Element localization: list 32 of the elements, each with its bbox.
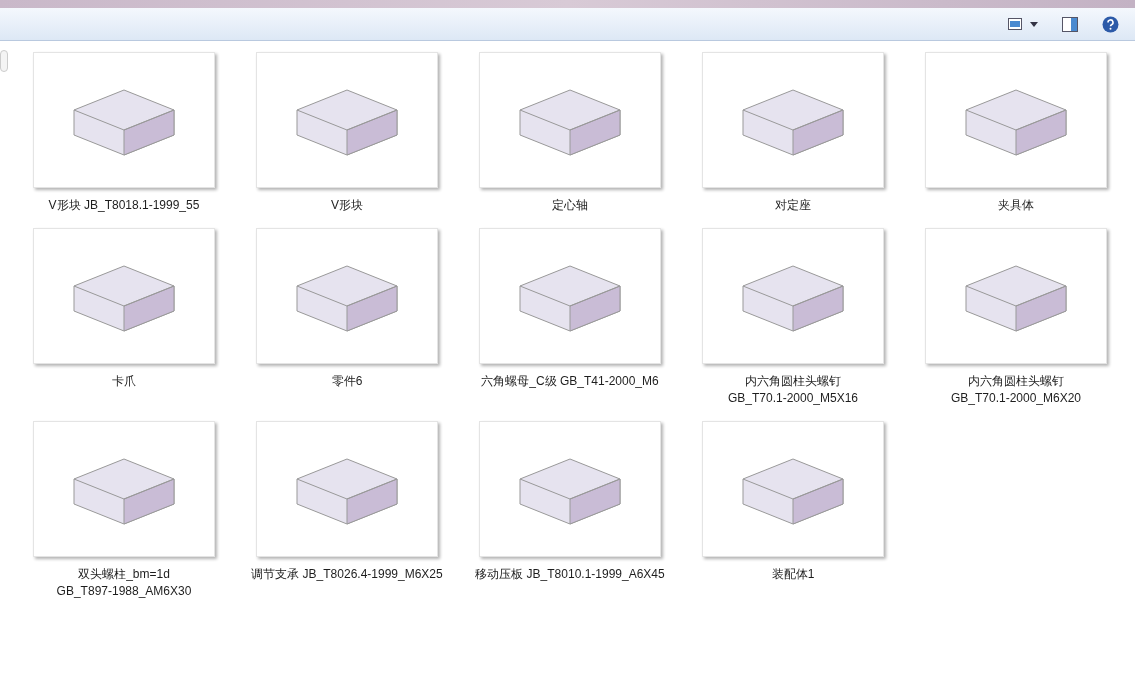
file-name: 调节支承 JB_T8026.4-1999_M6X25 bbox=[250, 566, 444, 583]
file-name: 夹具体 bbox=[997, 197, 1035, 214]
part-thumbnail[interactable] bbox=[925, 228, 1107, 364]
file-name: 移动压板 JB_T8010.1-1999_A6X45 bbox=[474, 566, 666, 583]
file-name: 内六角圆柱头螺钉 GB_T70.1-2000_M5X16 bbox=[726, 373, 860, 407]
part-thumbnail[interactable] bbox=[33, 421, 215, 557]
part-thumbnail[interactable] bbox=[702, 421, 884, 557]
part-thumbnail[interactable] bbox=[33, 52, 215, 188]
picture-view-icon bbox=[1008, 18, 1022, 30]
file-name: 定心轴 bbox=[551, 197, 589, 214]
part-thumbnail[interactable] bbox=[256, 228, 438, 364]
pane-icon bbox=[1062, 16, 1078, 32]
caret-icon bbox=[1030, 21, 1038, 27]
part-thumbnail[interactable] bbox=[479, 52, 661, 188]
file-name: 零件6 bbox=[330, 373, 364, 390]
file-name: V形块 bbox=[330, 197, 364, 214]
file-name: 对定座 bbox=[774, 197, 812, 214]
part-thumbnail[interactable] bbox=[702, 52, 884, 188]
part-thumbnail[interactable] bbox=[256, 52, 438, 188]
file-name: 六角螺母_C级 GB_T41-2000_M6 bbox=[480, 373, 660, 390]
file-name: 卡爪 bbox=[111, 373, 137, 390]
part-thumbnail[interactable] bbox=[479, 228, 661, 364]
help-icon bbox=[1102, 15, 1119, 33]
part-thumbnail[interactable] bbox=[33, 228, 215, 364]
part-thumbnail[interactable] bbox=[256, 421, 438, 557]
file-name: 装配体1 bbox=[770, 566, 816, 583]
file-name: V形块 JB_T8018.1-1999_55 bbox=[47, 197, 201, 214]
file-name: 双头螺柱_bm=1d GB_T897-1988_AM6X30 bbox=[55, 566, 193, 600]
part-thumbnail[interactable] bbox=[479, 421, 661, 557]
part-thumbnail[interactable] bbox=[925, 52, 1107, 188]
part-thumbnail[interactable] bbox=[702, 228, 884, 364]
file-name: 内六角圆柱头螺钉 GB_T70.1-2000_M6X20 bbox=[949, 373, 1083, 407]
